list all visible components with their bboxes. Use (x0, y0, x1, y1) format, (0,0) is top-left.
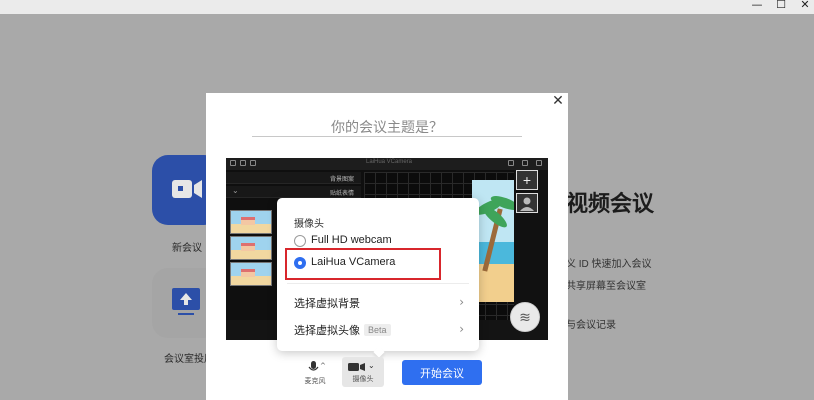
microphone-label: 麦克风 (304, 378, 326, 385)
microphone-control[interactable]: ^ 麦克风 (301, 360, 329, 386)
virtual-avatar-label: 选择虚拟头像 (294, 325, 360, 337)
background-thumbnail (230, 236, 272, 260)
new-meeting-label: 新会议 (172, 243, 202, 254)
selection-highlight-box (285, 248, 441, 280)
background-thumbnail (230, 262, 272, 286)
home-title: 视频会议 (566, 191, 655, 216)
preview-row-label: 背景图案 (330, 177, 355, 183)
virtual-avatar-item[interactable]: 选择虚拟头像 Beta › (294, 322, 464, 340)
avatar-icon[interactable] (516, 193, 538, 213)
home-line-2: 共享屏幕至会议室 (566, 281, 646, 292)
virtual-background-item[interactable]: 选择虚拟背景 › (294, 295, 464, 313)
preview-window-title: LaiHua VCamera (366, 159, 413, 165)
effects-icon[interactable]: ≋ (510, 302, 540, 332)
maximize-button[interactable]: ☐ (768, 0, 794, 12)
preview-window-icon (250, 160, 256, 166)
camera-control[interactable]: ⌄ 摄像头 (342, 357, 384, 387)
home-line-1: 义 ID 快速加入会议 (566, 259, 652, 270)
window-close-button[interactable]: ✕ (792, 0, 814, 12)
camera-section-title: 摄像头 (294, 219, 324, 230)
preview-toolbar: LaiHua VCamera (226, 158, 548, 170)
preview-row: 背景图案 (226, 172, 361, 184)
svg-text:⌄: ⌄ (368, 361, 375, 370)
chevron-right-icon: › (459, 322, 464, 336)
camera-label: 摄像头 (352, 376, 374, 383)
add-icon[interactable]: + (516, 170, 538, 190)
preview-row: ⌄ 贴纸表情 (226, 186, 361, 198)
background-thumbnail (230, 210, 272, 234)
meeting-topic-input[interactable] (252, 117, 522, 137)
preview-window-icon (230, 160, 236, 166)
window-titlebar: — ☐ ✕ (0, 0, 814, 14)
preview-window-icon (522, 160, 528, 166)
preview-window-icon (240, 160, 246, 166)
menu-divider (287, 283, 469, 284)
preview-row-label: 贴纸表情 (330, 191, 355, 197)
camera-option-label: Full HD webcam (311, 234, 392, 246)
home-line-3: 与会议记录 (566, 320, 616, 331)
chevron-down-icon: ⌄ (232, 186, 239, 195)
radio-unselected-icon (294, 235, 306, 247)
virtual-background-label: 选择虚拟背景 (294, 298, 360, 310)
minimize-button[interactable]: — (744, 0, 770, 12)
microphone-icon: ^ (301, 360, 329, 374)
start-meeting-button[interactable]: 开始会议 (402, 360, 482, 385)
chevron-right-icon: › (459, 295, 464, 309)
close-icon[interactable]: ✕ (550, 93, 566, 109)
camera-menu: 摄像头 Full HD webcam LaiHua VCamera 选择虚拟背景… (277, 198, 479, 358)
svg-text:^: ^ (320, 362, 326, 370)
preview-window-icon (508, 160, 514, 166)
preview-window-icon (536, 160, 542, 166)
beta-badge: Beta (364, 324, 391, 336)
camera-icon: ⌄ (342, 360, 384, 374)
